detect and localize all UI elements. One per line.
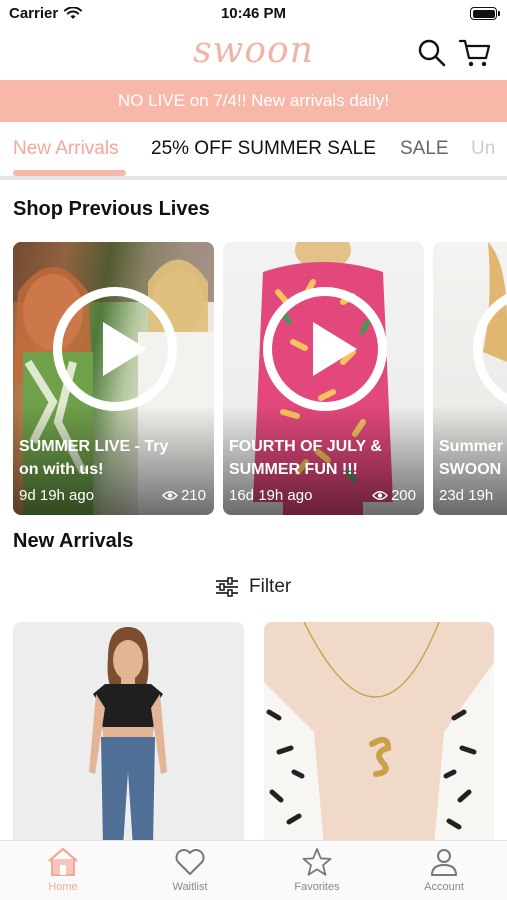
nav-account[interactable]: Account <box>399 847 489 893</box>
live-age: 16d 19h ago <box>229 487 313 504</box>
live-title-line-2: SWOON <box>439 461 502 478</box>
heart-icon <box>175 849 205 875</box>
product-image <box>89 627 167 847</box>
clock: 10:46 PM <box>220 5 287 22</box>
nav-waitlist[interactable]: Waitlist <box>145 847 235 893</box>
active-tab-indicator <box>13 170 126 176</box>
live-views: 210 <box>162 487 206 504</box>
new-arrivals-heading: New Arrivals <box>13 530 134 552</box>
live-title: Summer SWOON <box>439 435 507 481</box>
live-video-card[interactable]: SUMMER LIVE - Try on with us! 9d 19h ago… <box>13 242 214 515</box>
announcement-banner: NO LIVE on 7/4!! New arrivals daily! <box>0 80 507 122</box>
tab-new-arrivals[interactable]: New Arrivals <box>13 138 119 160</box>
live-title-line-1: Summer <box>439 438 504 455</box>
live-title-line-2: on with us! <box>19 461 104 478</box>
view-count: 210 <box>180 487 206 504</box>
live-title-line-1: FOURTH OF JULY & <box>229 438 382 455</box>
battery-icon <box>470 7 500 20</box>
filter-button[interactable]: Filter <box>215 576 291 598</box>
tab-summer-sale[interactable]: 25% OFF SUMMER SALE <box>151 138 376 160</box>
previous-lives-heading: Shop Previous Lives <box>13 198 210 220</box>
live-title: FOURTH OF JULY & SUMMER FUN !!! <box>229 435 418 481</box>
person-icon <box>431 849 457 876</box>
nav-home[interactable]: Home <box>18 847 108 893</box>
nav-waitlist-label: Waitlist <box>172 881 208 893</box>
product-tile[interactable] <box>264 622 494 847</box>
view-count: 200 <box>390 487 416 504</box>
eye-icon <box>372 491 388 500</box>
app-header: swoon <box>0 28 507 78</box>
home-icon <box>48 847 78 876</box>
filter-label: Filter <box>249 576 292 597</box>
tab-sale[interactable]: SALE <box>400 138 449 160</box>
search-icon <box>418 39 446 67</box>
live-title: SUMMER LIVE - Try on with us! <box>19 435 208 481</box>
filter-icon <box>216 577 238 597</box>
category-tabs: New Arrivals 25% OFF SUMMER SALE SALE Un <box>0 122 507 180</box>
tab-partial[interactable]: Un <box>471 138 495 160</box>
nav-favorites-label: Favorites <box>294 881 340 893</box>
play-button[interactable] <box>53 287 177 411</box>
nav-home-label: Home <box>48 881 78 893</box>
live-video-card[interactable]: Summer SWOON 23d 19h <box>433 242 507 515</box>
cart-button[interactable] <box>458 38 491 68</box>
status-bar: Carrier 10:46 PM <box>0 0 507 28</box>
nav-account-label: Account <box>424 881 464 893</box>
live-title-line-1: SUMMER LIVE - Try <box>19 438 169 455</box>
search-button[interactable] <box>417 38 447 68</box>
cart-icon <box>458 39 491 67</box>
live-views: 200 <box>372 487 416 504</box>
product-image <box>264 622 494 847</box>
star-icon <box>302 848 332 876</box>
product-tile[interactable] <box>13 622 244 847</box>
play-button[interactable] <box>263 287 387 411</box>
live-age: 23d 19h <box>439 487 494 504</box>
bottom-tab-bar: Home Waitlist Favorites Account <box>0 840 507 900</box>
nav-favorites[interactable]: Favorites <box>272 847 362 893</box>
eye-icon <box>162 491 178 500</box>
live-title-line-2: SUMMER FUN !!! <box>229 461 358 478</box>
live-age: 9d 19h ago <box>19 487 95 504</box>
live-video-card[interactable]: FOURTH OF JULY & SUMMER FUN !!! 16d 19h … <box>223 242 424 515</box>
